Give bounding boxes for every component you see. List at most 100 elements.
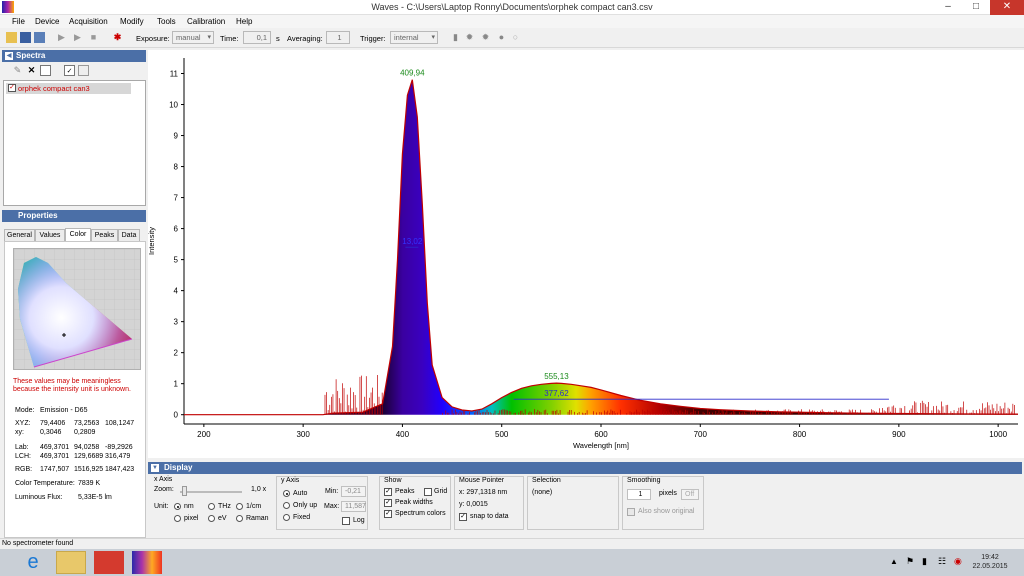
lch-c: 129,6689 — [74, 453, 104, 460]
grid-checkbox[interactable] — [424, 488, 432, 496]
unit-ev-radio[interactable] — [208, 515, 215, 522]
xy-y: 0,2809 — [74, 429, 96, 436]
spectrum-checkbox[interactable]: ✓ — [8, 84, 16, 92]
clock-time[interactable]: 19:42 — [966, 554, 1014, 561]
menu-modify[interactable]: Modify — [120, 17, 144, 26]
new-icon[interactable] — [40, 65, 51, 76]
selection-value: (none) — [532, 489, 553, 496]
maximize-button[interactable]: □ — [962, 0, 990, 15]
save-icon[interactable] — [20, 32, 31, 43]
log-label: Log — [353, 517, 365, 524]
ie-icon[interactable]: e — [18, 551, 48, 574]
warning-line-2: because the intensity unit is unknown. — [13, 386, 131, 393]
show-title: Show — [384, 477, 402, 484]
close-button[interactable]: ✕ — [990, 0, 1024, 15]
app-red-icon[interactable] — [94, 551, 124, 574]
folder-icon[interactable] — [56, 551, 86, 574]
spectrum-plot[interactable]: 0 1 2 3 4 5 6 7 8 9 10 11 200 300 400 500 600 700 800 900 10… — [147, 50, 1024, 458]
peaks-checkbox[interactable]: ✓ — [384, 488, 392, 496]
time-input[interactable]: 0,1 — [243, 31, 271, 44]
network-icon[interactable]: ☷ — [938, 556, 946, 567]
flag-icon[interactable]: ⚑ — [906, 556, 914, 567]
xyz-y: 73,2563 — [74, 420, 100, 427]
mouse-pointer-title: Mouse Pointer — [459, 477, 505, 484]
mode-value: Emission - D65 — [40, 407, 88, 414]
open-icon[interactable] — [6, 32, 17, 43]
clock-date[interactable]: 22.05.2015 — [966, 563, 1014, 570]
snap-checkbox[interactable]: ✓ — [459, 513, 467, 521]
y-min-input[interactable]: -0,21 — [341, 486, 366, 497]
display-panel-title: Display — [164, 463, 193, 472]
y-fixed-radio[interactable] — [283, 514, 290, 521]
menu-calibration[interactable]: Calibration — [187, 17, 225, 26]
play-icon[interactable]: ▶ — [72, 32, 83, 43]
averaging-input[interactable]: 1 — [326, 31, 350, 44]
delete-icon[interactable]: ✕ — [26, 65, 37, 76]
copy-icon[interactable] — [78, 65, 89, 76]
menu-device[interactable]: Device — [35, 17, 59, 26]
lch-label: LCH: — [15, 453, 31, 460]
y-tick-label: 6 — [174, 225, 179, 234]
step-icon[interactable]: ▶ — [56, 32, 67, 43]
spectrum-colors-checkbox[interactable]: ✓ — [384, 510, 392, 518]
unit-nm-label: nm — [184, 503, 194, 510]
y-tick-label: 8 — [174, 163, 179, 172]
menu-help[interactable]: Help — [236, 17, 252, 26]
smoothing-input[interactable]: 1 — [627, 489, 651, 500]
zoom-slider[interactable] — [180, 491, 242, 493]
menu-file[interactable]: File — [12, 17, 25, 26]
menu-acquisition[interactable]: Acquisition — [69, 17, 108, 26]
zoom-slider-thumb[interactable] — [182, 486, 187, 496]
collapse-icon[interactable]: ◀ — [5, 52, 13, 60]
pin-icon[interactable]: ✎ — [12, 65, 23, 76]
rgb-label: RGB: — [15, 466, 33, 473]
spectrometer-icon[interactable]: ✱ — [112, 32, 123, 43]
unit-nm-radio[interactable] — [174, 503, 181, 510]
battery-icon[interactable]: ▮ — [922, 556, 927, 567]
snap-label: snap to data — [470, 513, 509, 520]
y-only-up-radio[interactable] — [283, 502, 290, 509]
spectra-list: ✓ orphek compact can3 — [3, 80, 146, 206]
also-show-original-checkbox[interactable] — [627, 508, 635, 516]
display-panel-header: ▼ Display — [148, 462, 1022, 474]
x-tick-label: 1000 — [989, 430, 1007, 439]
y-tick-label: 10 — [169, 101, 178, 110]
light-icon[interactable]: ✹ — [480, 32, 491, 43]
log-checkbox[interactable] — [342, 517, 350, 525]
unit-pixel-radio[interactable] — [174, 515, 181, 522]
stop-icon[interactable]: ■ — [88, 32, 99, 43]
color-temperature-value: 7839 K — [78, 480, 101, 487]
peak-widths-checkbox[interactable]: ✓ — [384, 499, 392, 507]
tab-color[interactable]: Color — [65, 228, 91, 241]
target-icon[interactable]: ○ — [510, 32, 521, 43]
peak-width-label: 13,02 — [402, 237, 423, 246]
volume-icon[interactable]: ◉ — [954, 556, 962, 567]
trigger-select[interactable]: internal ▾ — [390, 31, 438, 44]
tab-data[interactable]: Data — [118, 229, 140, 241]
save-all-icon[interactable] — [34, 32, 45, 43]
tab-peaks[interactable]: Peaks — [91, 229, 118, 241]
record-icon[interactable]: ● — [496, 32, 507, 43]
device-icon[interactable]: ▮ — [450, 32, 461, 43]
y-auto-radio[interactable] — [283, 490, 290, 497]
collapse-icon[interactable]: ▼ — [151, 464, 159, 472]
warning-line-1: These values may be meaningless — [13, 378, 121, 385]
y-max-input[interactable]: 11,587 — [341, 501, 366, 512]
unit-thz-label: THz — [218, 503, 231, 510]
exposure-select[interactable]: manual ▾ — [172, 31, 214, 44]
tab-general[interactable]: General — [4, 229, 35, 241]
tab-values[interactable]: Values — [35, 229, 65, 241]
unit-cm-label: 1/cm — [246, 503, 262, 510]
waves-app-icon[interactable] — [132, 551, 162, 574]
minimize-button[interactable]: – — [934, 0, 962, 15]
unit-cm-radio[interactable] — [236, 503, 243, 510]
smoothing-off-button[interactable]: Off — [681, 489, 699, 500]
tray-up-icon[interactable]: ▲ — [890, 557, 898, 566]
check-all-icon[interactable]: ✓ — [64, 65, 75, 76]
mouse-pointer-group: Mouse Pointer x: 297,1318 nm y: 0,0015 ✓… — [454, 476, 524, 530]
unit-raman-radio[interactable] — [236, 515, 243, 522]
spectrum-item[interactable]: ✓ orphek compact can3 — [6, 83, 131, 94]
menu-tools[interactable]: Tools — [157, 17, 176, 26]
unit-thz-radio[interactable] — [208, 503, 215, 510]
lamp-icon[interactable]: ✹ — [464, 32, 475, 43]
